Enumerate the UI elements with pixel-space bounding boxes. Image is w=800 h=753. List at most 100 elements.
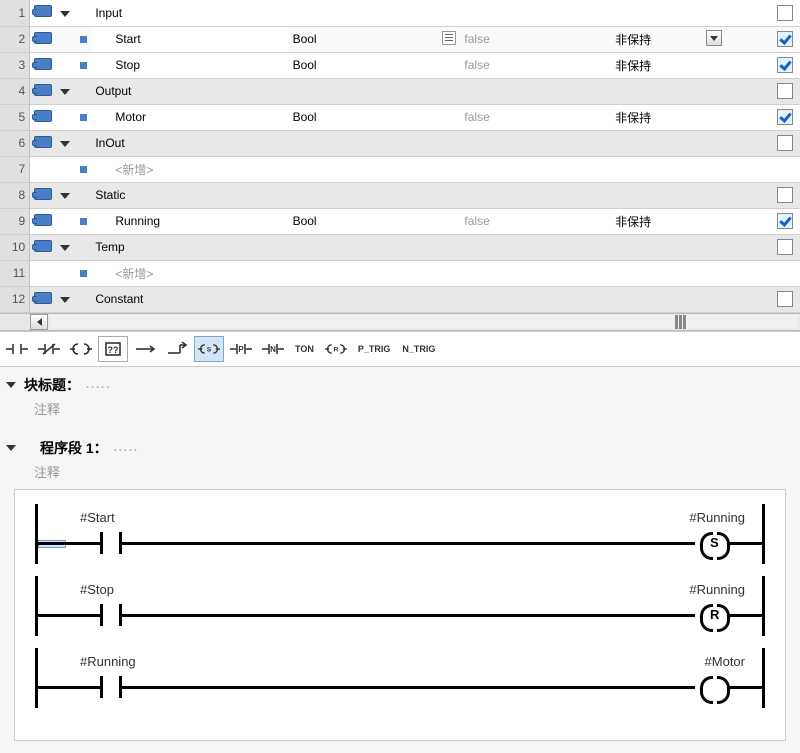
ladder-rung[interactable]: #Running #Motor [25,648,775,708]
default-value[interactable] [460,182,611,208]
expand-cell[interactable] [55,234,74,260]
variable-name[interactable]: Temp [93,234,288,260]
variable-type[interactable] [289,182,438,208]
variable-type[interactable]: Bool [289,26,438,52]
tool-coil-s[interactable]: S [194,336,224,362]
ladder-diagram[interactable]: #Start#RunningS #Stop #Running R #Running #Mo… [14,489,786,741]
default-value[interactable] [460,260,611,286]
contact-no[interactable] [100,604,122,626]
coil-label[interactable]: #Motor [705,654,745,669]
coil[interactable] [700,676,730,698]
contact-label[interactable]: #Running [80,654,136,669]
retain-value[interactable] [611,0,702,26]
tool-branch-close[interactable] [162,336,192,362]
variable-name[interactable]: Start [93,26,288,52]
default-value[interactable] [460,156,611,182]
coil[interactable]: R [700,604,730,626]
collapse-icon[interactable] [6,445,16,451]
variable-type[interactable]: Bool [289,208,438,234]
table-row[interactable]: 2StartBoolfalse非保持 [0,26,800,52]
checkbox[interactable] [777,109,793,125]
default-value[interactable] [460,130,611,156]
checkbox[interactable] [777,31,793,47]
retain-value[interactable]: 非保持 [611,52,702,78]
expand-cell[interactable] [55,130,74,156]
collapse-icon[interactable] [6,382,16,388]
list-icon[interactable] [442,31,456,45]
tool-ntrig[interactable]: N_TRIG [397,336,440,362]
variable-name[interactable]: Running [93,208,288,234]
contact-label[interactable]: #Stop [80,582,114,597]
coil[interactable]: S [700,532,730,554]
tool-ton[interactable]: TON [290,336,319,362]
variable-type[interactable] [289,286,438,312]
ladder-rung[interactable]: #Start#RunningS [25,504,775,564]
checkbox[interactable] [777,187,793,203]
table-row[interactable]: 8Static [0,182,800,208]
chevron-down-icon[interactable] [60,297,70,303]
retain-value[interactable] [611,130,702,156]
table-row[interactable]: 7<新增> [0,156,800,182]
tool-contact-nc[interactable] [34,336,64,362]
table-row[interactable]: 4Output [0,78,800,104]
tool-contact-p[interactable]: P [226,336,256,362]
coil-label[interactable]: #Running [689,582,745,597]
checkbox[interactable] [777,291,793,307]
tool-contact-no[interactable] [2,336,32,362]
default-value[interactable] [460,234,611,260]
variable-type[interactable] [289,0,438,26]
variable-type[interactable] [289,156,438,182]
default-value[interactable]: false [460,26,611,52]
variable-name[interactable]: InOut [93,130,288,156]
retain-value[interactable]: 非保持 [611,104,702,130]
tool-contact-n[interactable]: N [258,336,288,362]
expand-cell[interactable] [55,182,74,208]
variable-name[interactable]: Input [93,0,288,26]
checkbox[interactable] [777,57,793,73]
table-row[interactable]: 5MotorBoolfalse非保持 [0,104,800,130]
checkbox[interactable] [777,213,793,229]
tool-branch-open[interactable] [130,336,160,362]
checkbox[interactable] [777,83,793,99]
expand-cell[interactable] [55,286,74,312]
tool-coil-r[interactable]: R [321,336,351,362]
retain-value[interactable] [611,260,702,286]
variable-name[interactable]: Static [93,182,288,208]
table-row[interactable]: 9RunningBoolfalse非保持 [0,208,800,234]
chevron-down-icon[interactable] [60,245,70,251]
retain-value[interactable] [611,286,702,312]
retain-value[interactable]: 非保持 [611,208,702,234]
contact-no[interactable] [100,676,122,698]
variable-name[interactable]: Constant [93,286,288,312]
default-value[interactable]: false [460,208,611,234]
default-value[interactable]: false [460,52,611,78]
variable-name[interactable]: <新增> [93,260,288,286]
table-row[interactable]: 3StopBoolfalse非保持 [0,52,800,78]
horizontal-scrollbar[interactable] [0,313,800,331]
scroll-track[interactable] [50,315,798,329]
retain-value[interactable] [611,156,702,182]
block-title-header[interactable]: 块标题： ..... [6,375,794,395]
network-1-comment[interactable]: 注释 [34,462,794,481]
variable-name[interactable]: Stop [93,52,288,78]
tool-coil[interactable] [66,336,96,362]
variable-type[interactable] [289,234,438,260]
retain-value[interactable] [611,78,702,104]
default-value[interactable] [460,0,611,26]
checkbox[interactable] [777,135,793,151]
variable-name[interactable]: Motor [93,104,288,130]
variable-name[interactable]: Output [93,78,288,104]
tool-box-qq[interactable]: ?? [98,336,128,362]
checkbox[interactable] [777,5,793,21]
table-row[interactable]: 1Input [0,0,800,26]
retain-value[interactable] [611,234,702,260]
variable-type[interactable]: Bool [289,104,438,130]
variable-type[interactable] [289,130,438,156]
tool-ptrig[interactable]: P_TRIG [353,336,396,362]
ladder-rung[interactable]: #Stop #Running R [25,576,775,636]
variable-type[interactable] [289,78,438,104]
expand-cell[interactable] [55,0,74,26]
contact-label[interactable]: #Start [80,510,115,525]
block-comment[interactable]: 注释 [34,399,794,418]
table-row[interactable]: 6InOut [0,130,800,156]
